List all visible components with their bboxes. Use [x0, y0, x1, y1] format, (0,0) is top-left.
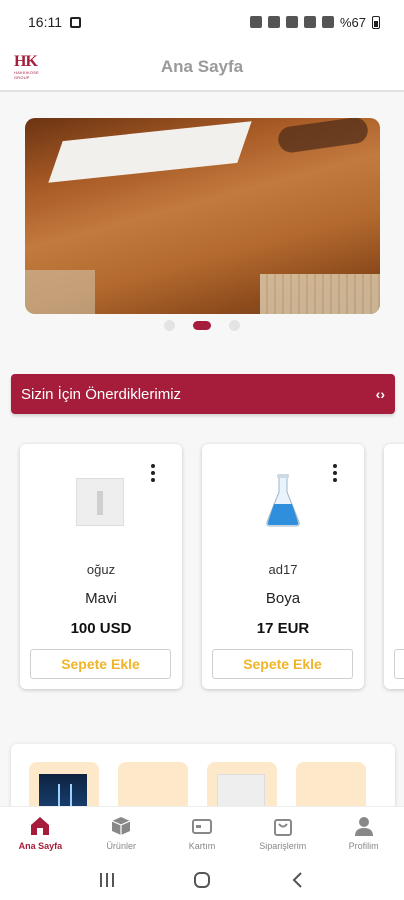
back-icon[interactable] [286, 869, 308, 891]
wifi-icon [285, 16, 298, 28]
user-icon [353, 815, 375, 837]
logo-subtext: HAKKIKOSE GROUP [14, 70, 39, 80]
more-vert-icon[interactable] [332, 464, 338, 482]
add-to-cart-button-partial[interactable] [394, 649, 404, 679]
product-price: 17 EUR [256, 620, 310, 637]
product-price: 100 USD [70, 620, 132, 637]
app-header: HK HAKKIKOSE GROUP Ana Sayfa [0, 44, 404, 92]
bag-icon [272, 815, 294, 837]
carousel-dot-active[interactable] [193, 321, 211, 330]
product-card[interactable]: ad17 Boya 17 EUR Sepete Ekle [202, 444, 364, 689]
lte-icon [303, 16, 316, 28]
product-card-partial[interactable] [384, 444, 404, 689]
notification-icon [70, 16, 81, 28]
home-nav-icon[interactable] [191, 869, 213, 891]
box-icon [110, 815, 132, 837]
tab-label: Ana Sayfa [18, 841, 63, 851]
banner-tool-shape [276, 118, 370, 155]
status-icons: %67 [249, 14, 380, 30]
add-to-cart-button[interactable]: Sepete Ekle [30, 649, 171, 679]
banner-corner-shape [25, 270, 95, 314]
product-name: Boya [265, 590, 301, 607]
carousel-dot[interactable] [164, 320, 175, 331]
flask-icon [266, 474, 300, 527]
recommendations-header: Sizin İçin Önerdiklerimiz ‹› [11, 374, 395, 414]
card-icon [191, 815, 213, 837]
code-arrows-icon[interactable]: ‹› [376, 386, 385, 402]
carousel-indicators [0, 320, 404, 331]
section-title: Sizin İçin Önerdiklerimiz [21, 385, 182, 403]
product-seller: ad17 [268, 562, 298, 577]
more-vert-icon[interactable] [150, 464, 156, 482]
tab-profile[interactable]: Profilim [323, 807, 404, 860]
recents-icon[interactable] [96, 869, 118, 891]
brand-logo[interactable]: HK HAKKIKOSE GROUP [14, 53, 48, 81]
product-seller: oğuz [86, 562, 116, 577]
signal-icon [321, 16, 334, 28]
battery-icon [372, 15, 380, 29]
banner-paper-shape [48, 121, 252, 183]
category-strip [11, 744, 395, 814]
system-nav-bar [0, 860, 404, 900]
tab-card[interactable]: Kartım [162, 807, 243, 860]
home-icon [29, 815, 51, 837]
status-bar: 16:11 %67 [0, 0, 404, 44]
tab-label: Ürünler [106, 841, 136, 851]
status-time: 16:11 [28, 14, 62, 30]
battery-text: %67 [339, 14, 366, 30]
tab-label: Siparişlerim [259, 841, 307, 851]
banner-slide[interactable] [25, 118, 380, 314]
add-to-cart-button[interactable]: Sepete Ekle [212, 649, 353, 679]
logo-mark: HK [14, 53, 38, 70]
mute-icon [267, 16, 280, 28]
alarm-icon [249, 16, 262, 28]
carousel-dot[interactable] [229, 320, 240, 331]
product-name: Mavi [85, 590, 117, 607]
product-card[interactable]: oğuz Mavi 100 USD Sepete Ekle [20, 444, 182, 689]
banner-mat-shape [260, 274, 380, 314]
tab-label: Kartım [188, 841, 216, 851]
tab-orders[interactable]: Siparişlerim [242, 807, 323, 860]
tab-products[interactable]: Ürünler [81, 807, 162, 860]
bottom-tab-bar: Ana Sayfa Ürünler Kartım Siparişlerim Pr… [0, 806, 404, 860]
tab-home[interactable]: Ana Sayfa [0, 807, 81, 860]
page-title: Ana Sayfa [160, 57, 244, 76]
tab-label: Profilim [348, 841, 379, 851]
product-thumbnail [76, 478, 124, 526]
